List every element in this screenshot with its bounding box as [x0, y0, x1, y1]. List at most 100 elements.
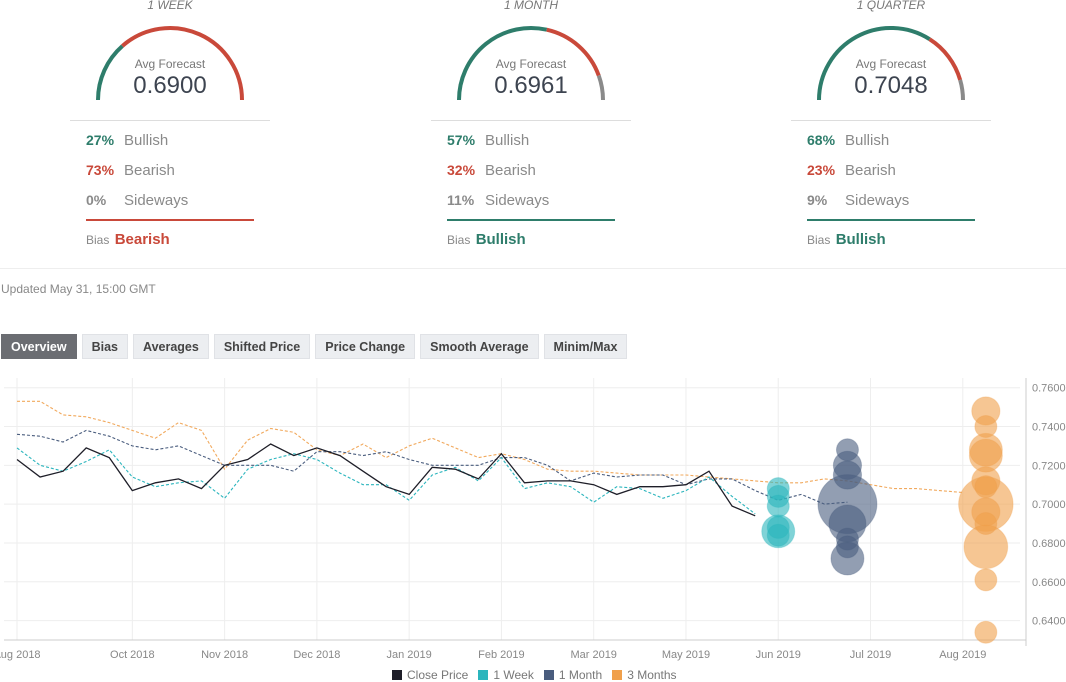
divider: [431, 120, 631, 121]
legend-label: Close Price: [407, 668, 469, 682]
chart-legend: Close Price 1 Week 1 Month 3 Months: [392, 668, 677, 682]
x-tick-label: Mar 2019: [570, 649, 616, 661]
sideways-row: 9% Sideways: [807, 192, 909, 209]
y-axis: 0.7600 0.7400 0.7200 0.7000 0.6800 0.6600 0.64…: [1032, 383, 1066, 628]
chart-tabs: Overview Bias Averages Shifted Price Pri…: [1, 334, 628, 359]
bias-label: Bias: [86, 233, 110, 247]
x-axis: Aug 2018 Oct 2018 Nov 2018 Dec 2018 Jan 2019…: [0, 649, 986, 661]
x-tick-label: Oct 2018: [110, 649, 155, 661]
sideways-row: 11% Sideways: [447, 192, 549, 209]
forecast-bubble-1-week: [766, 523, 790, 547]
x-tick-label: Jun 2019: [756, 649, 801, 661]
bearish-label: Bearish: [485, 162, 536, 179]
legend-1-week[interactable]: 1 Week: [478, 668, 534, 682]
forecast-bubble-1-month: [835, 535, 859, 559]
forecast-bubble-1-month: [835, 438, 859, 462]
x-tick-label: Dec 2018: [293, 649, 340, 661]
bullish-row: 68% Bullish: [807, 132, 889, 149]
bias-value: Bullish: [475, 231, 526, 248]
bullish-percent: 68%: [807, 132, 836, 148]
x-tick-label: Jul 2019: [850, 649, 892, 661]
bias: Bias Bullish: [447, 231, 526, 248]
bullish-label: Bullish: [124, 132, 169, 149]
tab-price-change[interactable]: Price Change: [315, 334, 416, 359]
forecast-bubble-1-week: [766, 494, 790, 518]
avg-forecast-value: 0.7048: [854, 72, 928, 99]
legend-swatch: [612, 670, 623, 680]
panel-title: 1 QUARTER: [856, 0, 926, 12]
bias-underline: [807, 219, 975, 221]
legend-1-month[interactable]: 1 Month: [543, 668, 603, 682]
y-tick-label: 0.7000: [1032, 499, 1066, 511]
legend-swatch: [543, 670, 554, 680]
bias: Bias Bullish: [807, 231, 886, 248]
bullish-row: 27% Bullish: [86, 132, 168, 149]
sideways-percent: 9%: [807, 192, 828, 208]
bullish-percent: 57%: [447, 132, 476, 148]
bearish-row: 23% Bearish: [807, 162, 896, 179]
avg-forecast-label: Avg Forecast: [855, 57, 927, 71]
panel-title: 1 WEEK: [147, 0, 193, 12]
bullish-row: 57% Bullish: [447, 132, 529, 149]
legend-swatch: [392, 670, 402, 680]
sideways-percent: 11%: [447, 192, 475, 208]
updated-timestamp: Updated May 31, 15:00 GMT: [1, 282, 156, 296]
forecast-bubble-3-months: [974, 512, 998, 536]
x-tick-label: Feb 2019: [478, 649, 524, 661]
avg-forecast-value: 0.6961: [494, 72, 568, 99]
forecast-bubble-3-months: [974, 620, 998, 644]
tab-smooth-average[interactable]: Smooth Average: [420, 334, 539, 359]
x-tick-label: Jan 2019: [387, 649, 432, 661]
bias-underline: [86, 219, 254, 221]
legend-3-months[interactable]: 3 Months: [612, 668, 677, 682]
tab-averages[interactable]: Averages: [133, 334, 209, 359]
bias: Bias Bearish: [86, 231, 170, 248]
bias-label: Bias: [807, 233, 831, 247]
tab-bias[interactable]: Bias: [81, 334, 128, 359]
sideways-label: Sideways: [124, 192, 189, 209]
sideways-label: Sideways: [485, 192, 550, 209]
tab-minim-max[interactable]: Minim/Max: [543, 334, 628, 359]
tab-overview[interactable]: Overview: [1, 334, 77, 359]
forecast-bubble-3-months: [974, 568, 998, 592]
legend-label: 1 Week: [493, 668, 534, 682]
y-tick-label: 0.7600: [1032, 383, 1066, 395]
y-tick-label: 0.6600: [1032, 577, 1066, 589]
divider: [70, 120, 270, 121]
x-tick-label: Aug 2018: [0, 649, 41, 661]
bias-value: Bullish: [835, 231, 886, 248]
forecast-bubble-3-months: [974, 475, 998, 499]
x-tick-label: May 2019: [662, 649, 710, 661]
forecast-bubble-1-month: [832, 460, 863, 490]
bearish-percent: 73%: [86, 162, 115, 178]
bullish-percent: 27%: [86, 132, 115, 148]
x-tick-label: Nov 2018: [201, 649, 248, 661]
legend-label: 1 Month: [558, 668, 603, 682]
tab-shifted-price[interactable]: Shifted Price: [213, 334, 311, 359]
legend-close-price[interactable]: Close Price: [392, 668, 468, 682]
bias-value: Bearish: [114, 231, 170, 248]
panel-title: 1 MONTH: [504, 0, 558, 12]
sideways-row: 0% Sideways: [86, 192, 188, 209]
bearish-row: 73% Bearish: [86, 162, 175, 179]
legend-label: 3 Months: [627, 668, 677, 682]
forecast-chart: 0.7600 0.7400 0.7200 0.7000 0.6800 0.6600 0.64…: [0, 378, 1066, 661]
bearish-percent: 32%: [447, 162, 476, 178]
legend-swatch: [478, 670, 489, 680]
avg-forecast-label: Avg Forecast: [495, 57, 567, 71]
forecast-bubble-3-months: [974, 415, 998, 439]
section-divider: [0, 268, 1066, 269]
bullish-label: Bullish: [485, 132, 530, 149]
y-tick-label: 0.7400: [1032, 422, 1066, 434]
divider: [791, 120, 991, 121]
x-tick-label: Aug 2019: [939, 649, 986, 661]
y-tick-label: 0.6400: [1032, 616, 1066, 628]
bearish-label: Bearish: [845, 162, 896, 179]
y-tick-label: 0.6800: [1032, 538, 1066, 550]
sideways-label: Sideways: [845, 192, 910, 209]
bearish-percent: 23%: [807, 162, 836, 178]
bearish-row: 32% Bearish: [447, 162, 536, 179]
bearish-label: Bearish: [124, 162, 175, 179]
bias-underline: [447, 219, 615, 221]
sideways-percent: 0%: [86, 192, 107, 208]
